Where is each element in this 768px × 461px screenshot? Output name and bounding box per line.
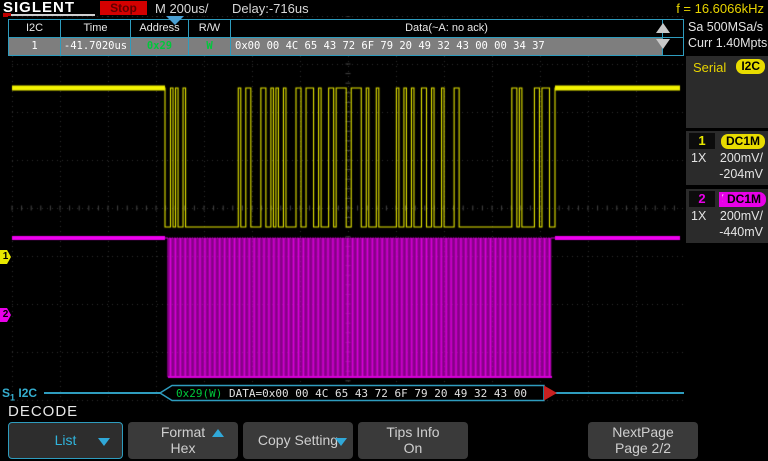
bottom-menu-bar: DECODE List Format Hex Copy Setting Tips… — [0, 402, 768, 461]
col-header-i2c: I2C — [9, 20, 61, 37]
chevron-down-icon — [98, 438, 110, 446]
chevron-down-icon — [335, 438, 347, 446]
trigger-position-icon[interactable] — [166, 16, 184, 25]
ch1-number: 1 — [689, 133, 715, 149]
decoded-frame-text: 0x29(W) DATA=0x00 00 4C 65 43 72 6F 79 2… — [176, 387, 527, 400]
decode-table-header: I2C Time Address R/W Data(~A: no ack) — [9, 20, 683, 38]
format-button[interactable]: Format Hex — [128, 422, 238, 459]
next-page-button[interactable]: NextPage Page 2/2 — [588, 422, 698, 459]
serial-bus-badge: I2C — [736, 59, 765, 74]
decode-bus-row: S1 I2C 0x29(W) DATA=0x00 00 4C 65 43 72 … — [0, 384, 690, 402]
ch2-number: 2 — [689, 191, 715, 207]
cell-index: 1 — [9, 38, 61, 55]
serial-label: Serial — [693, 60, 726, 75]
ch1-scale: 200mV/ — [720, 151, 763, 165]
ch2-probe: 1X — [691, 209, 706, 223]
serial-panel[interactable]: Serial I2C — [686, 56, 768, 128]
tips-info-button[interactable]: Tips Info On — [358, 422, 468, 459]
copy-setting-button[interactable]: Copy Setting — [243, 422, 353, 459]
waveform-display[interactable] — [8, 16, 684, 402]
chevron-up-icon — [212, 429, 224, 437]
brand-logo: SIGLENT — [3, 0, 75, 15]
ch1-coupling-badge: DC1M — [721, 134, 765, 149]
ch2-scale: 200mV/ — [720, 209, 763, 223]
col-header-rw: R/W — [189, 20, 231, 37]
sample-rate: Sa 500MSa/s — [688, 19, 768, 35]
col-header-time: Time — [61, 20, 131, 37]
memory-depth: Curr 1.40Mpts — [688, 35, 768, 51]
timebase-readout[interactable]: M 200us/ — [155, 1, 208, 16]
list-button[interactable]: List — [8, 422, 123, 459]
cell-rw: W — [189, 38, 231, 55]
decoded-address: 0x29(W) — [176, 387, 222, 400]
ch1-probe: 1X — [691, 151, 706, 165]
cell-time: -41.7020us — [61, 38, 131, 55]
col-header-data: Data(~A: no ack) — [231, 20, 663, 37]
decode-list-table: I2C Time Address R/W Data(~A: no ack) 1 … — [8, 19, 684, 56]
right-sidebar: Sa 500MSa/s Curr 1.40Mpts Serial I2C 1 D… — [686, 17, 768, 385]
oscilloscope-screen: SIGLENT Stop M 200us/ Delay:-716us f = 1… — [0, 0, 768, 461]
ch1-offset: -204mV — [719, 167, 763, 181]
ch2-offset: -440mV — [719, 225, 763, 239]
acquisition-info: Sa 500MSa/s Curr 1.40Mpts — [686, 17, 768, 51]
bus-source-label[interactable]: S1 I2C — [2, 386, 37, 402]
scroll-up-icon[interactable] — [656, 23, 670, 33]
trigger-status-badge[interactable]: Stop — [100, 1, 147, 15]
scroll-down-icon[interactable] — [656, 39, 670, 49]
decode-table-row[interactable]: 1 -41.7020us 0x29 W 0x00 00 4C 65 43 72 … — [9, 38, 683, 55]
cell-address: 0x29 — [131, 38, 189, 55]
ch2-coupling-badge: DC1M — [722, 192, 766, 207]
top-status-bar: SIGLENT Stop M 200us/ Delay:-716us f = 1… — [0, 0, 768, 17]
cell-data: 0x00 00 4C 65 43 72 6F 79 20 49 32 43 00… — [231, 38, 663, 55]
menu-title: DECODE — [8, 403, 78, 420]
frequency-counter: f = 16.6066kHz — [676, 1, 764, 16]
ch2-panel[interactable]: 2 B DC1M 1X 200mV/ -440mV — [686, 189, 768, 243]
trigger-delay-readout[interactable]: Delay:-716us — [232, 1, 309, 16]
decoded-data: DATA=0x00 00 4C 65 43 72 6F 79 20 49 32 … — [229, 387, 527, 400]
ch1-panel[interactable]: 1 DC1M 1X 200mV/ -204mV — [686, 131, 768, 185]
